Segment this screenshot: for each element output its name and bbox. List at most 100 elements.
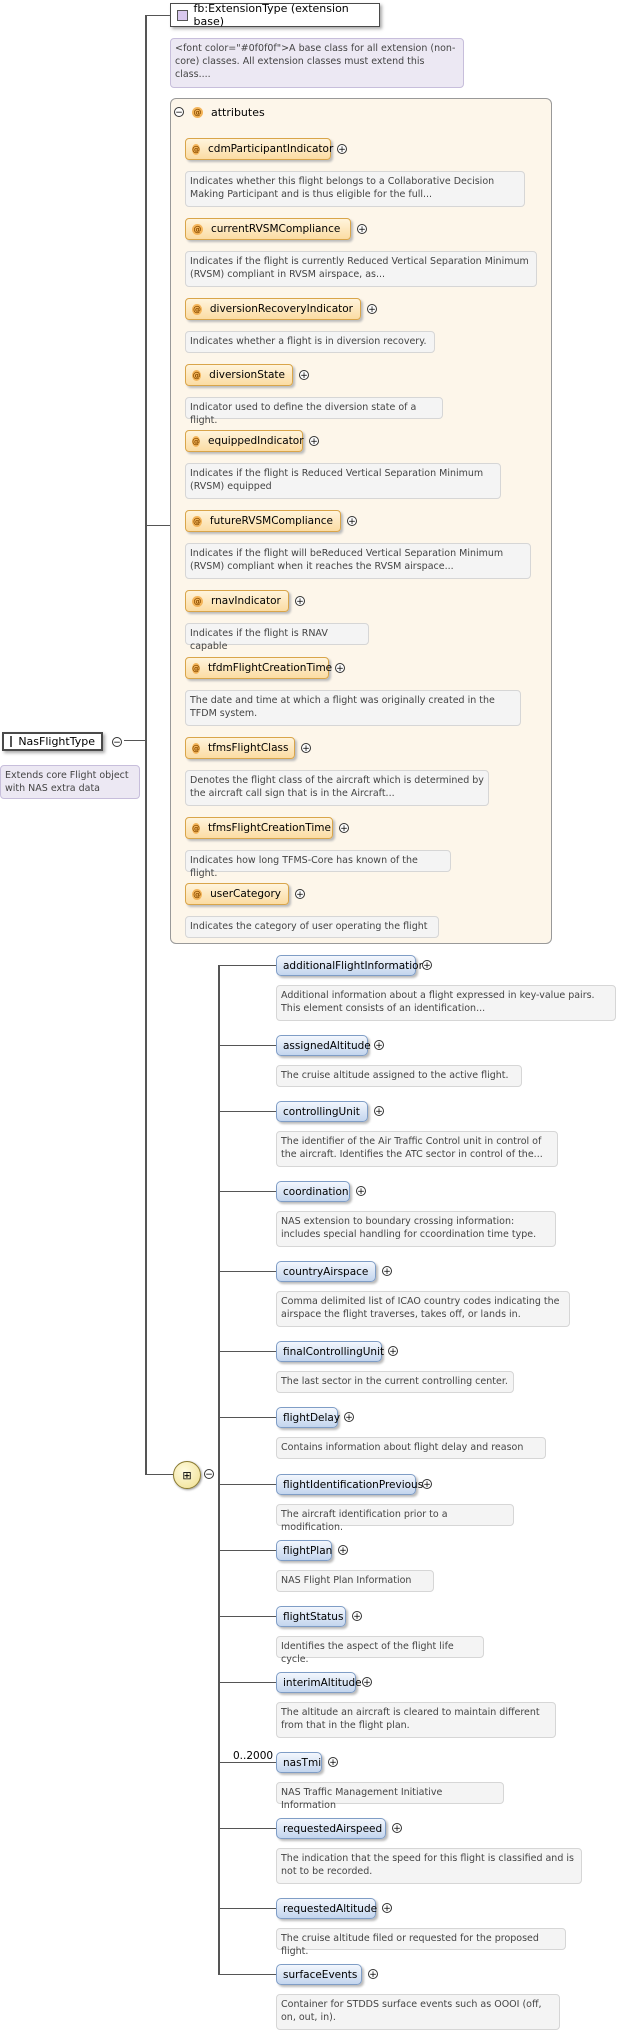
element-name: coordination	[283, 1185, 349, 1198]
attribute-name: tfmsFlightClass	[208, 742, 289, 754]
attribute-icon: @	[192, 107, 203, 118]
attribute-diversionState[interactable]: @ diversionState	[185, 364, 293, 386]
plus-circle-icon[interactable]: +	[382, 1266, 392, 1277]
attribute-icon: @	[192, 369, 202, 381]
element-assignedAltitude[interactable]: assignedAltitude	[276, 1035, 371, 1056]
plus-circle-icon[interactable]: +	[301, 743, 311, 754]
element-name: countryAirspace	[283, 1265, 369, 1278]
attribute-tfmsFlightClass[interactable]: @ tfmsFlightClass	[185, 737, 295, 759]
element-connector	[218, 1351, 276, 1352]
attribute-name: currentRVSMCompliance	[211, 223, 341, 235]
plus-circle-icon[interactable]: +	[295, 596, 305, 607]
plus-circle-icon[interactable]: +	[374, 1040, 384, 1051]
attribute-name: tfdmFlightCreationTime	[208, 662, 333, 674]
plus-circle-icon[interactable]: +	[382, 1903, 392, 1914]
element-name: flightIdentificationPrevious	[283, 1478, 424, 1491]
element-interimAltitude[interactable]: interimAltitude	[276, 1672, 362, 1693]
seq-connector	[145, 1474, 173, 1475]
trunk-line	[145, 15, 147, 1475]
plus-circle-icon[interactable]: +	[367, 304, 377, 315]
sequence-cardinality: 0..2000	[233, 1750, 274, 1762]
attribute-rnavIndicator[interactable]: @ rnavIndicator	[185, 590, 289, 612]
plus-circle-icon[interactable]: +	[388, 1346, 398, 1357]
element-connector	[218, 1191, 276, 1192]
plus-circle-icon[interactable]: +	[374, 1106, 384, 1117]
attribute-tfmsFlightCreationTime[interactable]: @ tfmsFlightCreationTime	[185, 817, 333, 839]
element-name: assignedAltitude	[283, 1039, 371, 1052]
attribute-cdmParticipantIndicator[interactable]: @ cdmParticipantIndicator	[185, 138, 334, 160]
element-countryAirspace[interactable]: countryAirspace	[276, 1261, 376, 1282]
attribute-doc: Indicator used to define the diversion s…	[185, 397, 443, 426]
element-doc: The cruise altitude filed or requested f…	[276, 1928, 566, 1957]
attr-connector	[145, 525, 170, 526]
element-requestedAirspeed[interactable]: requestedAirspeed	[276, 1818, 386, 1839]
root-doc: Extends core Flight object with NAS extr…	[0, 765, 140, 799]
element-flightPlan[interactable]: flightPlan	[276, 1540, 332, 1561]
plus-circle-icon[interactable]: +	[422, 960, 432, 971]
plus-circle-icon[interactable]: +	[352, 1611, 362, 1622]
element-doc: NAS Traffic Management Initiative Inform…	[276, 1782, 504, 1811]
element-doc: The identifier of the Air Traffic Contro…	[276, 1131, 558, 1167]
plus-circle-icon[interactable]: +	[328, 1757, 338, 1768]
element-connector	[218, 1762, 276, 1763]
plus-circle-icon[interactable]: +	[295, 889, 305, 900]
element-connector	[218, 1111, 276, 1112]
element-name: requestedAirspeed	[283, 1822, 383, 1835]
sequence-icon[interactable]: ⊞	[173, 1461, 201, 1489]
element-flightDelay[interactable]: flightDelay	[276, 1407, 340, 1428]
attribute-name: futureRVSMCompliance	[209, 515, 333, 527]
element-connector	[218, 1045, 276, 1046]
element-name: requestedAltitude	[283, 1902, 378, 1915]
plus-circle-icon[interactable]: +	[335, 663, 345, 674]
element-name: interimAltitude	[283, 1676, 362, 1689]
attribute-name: rnavIndicator	[211, 595, 281, 607]
minus-circle-icon[interactable]: −	[174, 107, 184, 118]
plus-circle-icon[interactable]: +	[357, 224, 367, 235]
complex-type-icon	[177, 9, 188, 21]
attribute-doc: Indicates if the flight is RNAV capable	[185, 623, 369, 652]
plus-circle-icon[interactable]: +	[362, 1677, 372, 1688]
plus-circle-icon[interactable]: +	[339, 823, 349, 834]
plus-circle-icon[interactable]: +	[392, 1823, 402, 1834]
plus-circle-icon[interactable]: +	[337, 144, 347, 155]
element-connector	[218, 1484, 276, 1485]
plus-circle-icon[interactable]: +	[299, 370, 309, 381]
attribute-equippedIndicator[interactable]: @ equippedIndicator	[185, 430, 304, 452]
attribute-tfdmFlightCreationTime[interactable]: @ tfdmFlightCreationTime	[185, 657, 333, 679]
plus-circle-icon[interactable]: +	[344, 1412, 354, 1423]
element-controllingUnit[interactable]: controllingUnit	[276, 1101, 368, 1122]
attribute-currentRVSMCompliance[interactable]: @ currentRVSMCompliance	[185, 218, 351, 240]
plus-circle-icon[interactable]: +	[356, 1186, 366, 1197]
minus-circle-icon[interactable]: −	[204, 1469, 214, 1480]
attribute-futureRVSMCompliance[interactable]: @ futureRVSMCompliance	[185, 510, 341, 532]
element-doc: The altitude an aircraft is cleared to m…	[276, 1702, 556, 1738]
attribute-doc: Indicates how long TFMS-Core has known o…	[185, 850, 451, 879]
attribute-name: cdmParticipantIndicator	[208, 143, 334, 155]
attribute-diversionRecoveryIndicator[interactable]: @ diversionRecoveryIndicator	[185, 298, 361, 320]
plus-circle-icon[interactable]: +	[422, 1479, 432, 1490]
element-name: surfaceEvents	[283, 1968, 358, 1981]
element-finalControllingUnit[interactable]: finalControllingUnit	[276, 1341, 384, 1362]
element-additionalFlightInformation[interactable]: additionalFlightInformation	[276, 955, 425, 976]
element-coordination[interactable]: coordination	[276, 1181, 350, 1202]
attribute-doc: Denotes the flight class of the aircraft…	[185, 770, 489, 806]
element-nasTmi[interactable]: nasTmi	[276, 1752, 322, 1773]
element-flightIdentificationPrevious[interactable]: flightIdentificationPrevious	[276, 1474, 423, 1495]
attribute-doc: Indicates if the flight will beReduced V…	[185, 543, 531, 579]
attribute-userCategory[interactable]: @ userCategory	[185, 883, 289, 905]
plus-circle-icon[interactable]: +	[368, 1969, 378, 1980]
element-surfaceEvents[interactable]: surfaceEvents	[276, 1964, 362, 1985]
element-name: flightStatus	[283, 1610, 344, 1623]
plus-circle-icon[interactable]: +	[338, 1545, 348, 1556]
element-connector	[218, 1974, 276, 1975]
element-requestedAltitude[interactable]: requestedAltitude	[276, 1898, 378, 1919]
element-flightStatus[interactable]: flightStatus	[276, 1606, 346, 1627]
minus-circle-icon[interactable]: −	[112, 737, 122, 748]
plus-circle-icon[interactable]: +	[347, 516, 357, 527]
root-type-box[interactable]: NasFlightType	[2, 732, 103, 751]
element-name: flightPlan	[283, 1544, 333, 1557]
extension-type-box[interactable]: fb:ExtensionType (extension base)	[170, 2, 380, 28]
element-name: additionalFlightInformation	[283, 959, 426, 972]
plus-circle-icon[interactable]: +	[309, 436, 319, 447]
element-name: nasTmi	[283, 1756, 322, 1769]
